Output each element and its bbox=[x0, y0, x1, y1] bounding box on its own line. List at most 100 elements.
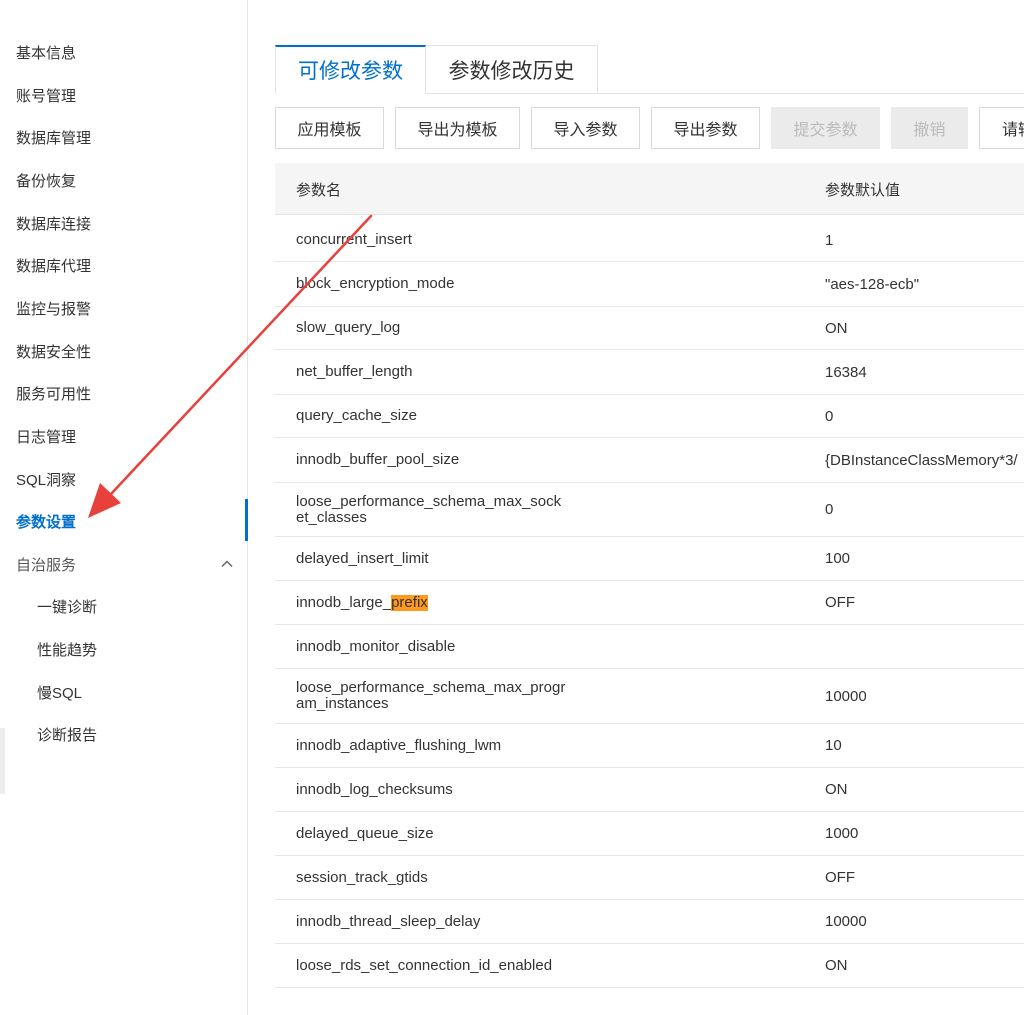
param-name: loose_rds_set_connection_id_enabled bbox=[296, 956, 553, 974]
param-default-value: ON bbox=[825, 319, 848, 337]
sidebar-item-label: 数据安全性 bbox=[16, 343, 92, 361]
sidebar-item-db-connection[interactable]: 数据库连接 bbox=[0, 203, 248, 243]
sidebar-item-backup-restore[interactable]: 备份恢复 bbox=[0, 160, 248, 200]
sidebar-item-label: 性能趋势 bbox=[37, 641, 98, 659]
submit-params-button[interactable]: 提交参数 bbox=[771, 107, 880, 149]
param-default-value: OFF bbox=[825, 594, 855, 611]
export-params-button[interactable]: 导出参数 bbox=[651, 107, 760, 149]
param-default-value: 10000 bbox=[825, 913, 867, 930]
param-default-value: 0 bbox=[825, 407, 834, 425]
param-name: query_cache_size bbox=[296, 407, 417, 424]
table-row[interactable]: block_encryption_mode "aes-128-ecb" bbox=[275, 262, 1024, 307]
sidebar-item-label: 一键诊断 bbox=[37, 598, 98, 616]
sidebar-item-label: 数据库代理 bbox=[16, 257, 92, 275]
param-name: delayed_queue_size bbox=[296, 824, 434, 842]
table-row[interactable]: concurrent_insert 1 bbox=[275, 219, 1024, 262]
sidebar-item-security[interactable]: 数据安全性 bbox=[0, 331, 248, 371]
table-row[interactable]: net_buffer_length 16384 bbox=[275, 350, 1024, 395]
sidebar-group-autonomy[interactable]: 自治服务 bbox=[0, 544, 248, 584]
table-row[interactable]: innodb_large_ prefix OFF bbox=[275, 581, 1024, 625]
sidebar-item-sql-insight[interactable]: SQL洞察 bbox=[0, 459, 248, 499]
sidebar-item-label: 诊断报告 bbox=[37, 726, 98, 744]
sidebar-item-monitoring[interactable]: 监控与报警 bbox=[0, 288, 248, 328]
table-row[interactable]: innodb_monitor_disable bbox=[275, 625, 1024, 669]
param-default-value: 100 bbox=[825, 550, 851, 567]
table-row[interactable]: session_track_gtids OFF bbox=[275, 856, 1024, 900]
sidebar-item-performance-trend[interactable]: 性能趋势 bbox=[0, 629, 248, 669]
param-default-value: ON bbox=[825, 957, 848, 974]
sidebar-item-basic-info[interactable]: 基本信息 bbox=[0, 32, 248, 72]
sidebar-group-label: 自治服务 bbox=[16, 556, 77, 574]
sidebar-item-label: 监控与报警 bbox=[16, 300, 92, 318]
tab-label: 参数修改历史 bbox=[448, 59, 575, 83]
param-default-value: 1 bbox=[825, 231, 834, 249]
sidebar-item-logs[interactable]: 日志管理 bbox=[0, 416, 248, 456]
param-default-value: OFF bbox=[825, 869, 855, 886]
param-name: innodb_adaptive_flushing_lwm bbox=[296, 736, 502, 754]
param-default-value: 1000 bbox=[825, 825, 859, 842]
sidebar-item-one-click-diagnosis[interactable]: 一键诊断 bbox=[0, 586, 248, 626]
sidebar-item-label: 基本信息 bbox=[16, 44, 77, 62]
table-row[interactable]: loose_performance_schema_max_socket_clas… bbox=[275, 483, 1024, 537]
sidebar-item-label: SQL洞察 bbox=[16, 471, 77, 489]
sidebar-item-label: 日志管理 bbox=[16, 428, 77, 446]
sidebar-item-label: 慢SQL bbox=[37, 684, 83, 702]
param-name: loose_performance_schema_max_socket_clas… bbox=[296, 492, 562, 526]
param-name: innodb_large_ prefix bbox=[296, 581, 566, 624]
apply-template-button[interactable]: 应用模板 bbox=[275, 107, 384, 149]
tab-label: 可修改参数 bbox=[298, 60, 403, 83]
export-as-template-button[interactable]: 导出为模板 bbox=[395, 107, 520, 149]
column-header-name: 参数名 bbox=[296, 181, 342, 199]
param-default-value: {DBInstanceClassMemory*3/ bbox=[825, 451, 1018, 469]
tab-param-history[interactable]: 参数修改历史 bbox=[425, 45, 598, 94]
search-highlight: prefix bbox=[391, 593, 428, 611]
param-name: innodb_thread_sleep_delay bbox=[296, 912, 481, 930]
sidebar-item-databases[interactable]: 数据库管理 bbox=[0, 117, 248, 157]
table-row[interactable]: loose_performance_schema_max_program_ins… bbox=[275, 669, 1024, 724]
param-name: net_buffer_length bbox=[296, 363, 413, 380]
active-indicator bbox=[245, 499, 248, 541]
sidebar-item-label: 账号管理 bbox=[16, 87, 77, 105]
param-name: innodb_monitor_disable bbox=[296, 637, 456, 655]
sidebar-item-slow-sql[interactable]: 慢SQL bbox=[0, 672, 248, 712]
collapse-handle[interactable] bbox=[0, 728, 5, 794]
param-name: concurrent_insert bbox=[296, 231, 412, 248]
param-default-value: 0 bbox=[825, 501, 834, 518]
sidebar-item-db-proxy[interactable]: 数据库代理 bbox=[0, 245, 248, 285]
table-row[interactable]: slow_query_log ON bbox=[275, 307, 1024, 350]
param-name: delayed_insert_limit bbox=[296, 549, 429, 567]
table-row[interactable]: query_cache_size 0 bbox=[275, 395, 1024, 438]
page-root: 基本信息 账号管理 数据库管理 备份恢复 数据库连接 数据库代理 监控与报警 数… bbox=[0, 0, 1024, 1015]
chevron-up-icon[interactable] bbox=[220, 557, 234, 571]
param-default-value: 10000 bbox=[825, 687, 867, 705]
param-name: innodb_log_checksums bbox=[296, 780, 453, 798]
sidebar-item-accounts[interactable]: 账号管理 bbox=[0, 75, 248, 115]
sidebar-item-label: 数据库连接 bbox=[16, 215, 92, 233]
sidebar-item-label: 参数设置 bbox=[16, 513, 77, 531]
import-params-button[interactable]: 导入参数 bbox=[531, 107, 640, 149]
table-row[interactable]: loose_rds_set_connection_id_enabled ON bbox=[275, 944, 1024, 988]
sidebar-item-label: 备份恢复 bbox=[16, 172, 77, 190]
tab-bar: 可修改参数 参数修改历史 bbox=[275, 45, 1024, 94]
table-row[interactable]: delayed_insert_limit 100 bbox=[275, 537, 1024, 581]
table-row[interactable]: innodb_adaptive_flushing_lwm 10 bbox=[275, 724, 1024, 768]
param-name: session_track_gtids bbox=[296, 868, 428, 886]
param-default-value: "aes-128-ecb" bbox=[825, 275, 920, 293]
param-name: loose_performance_schema_max_program_ins… bbox=[296, 679, 566, 712]
table-row[interactable]: innodb_buffer_pool_size {DBInstanceClass… bbox=[275, 438, 1024, 483]
sidebar-item-availability[interactable]: 服务可用性 bbox=[0, 373, 248, 413]
tab-editable-params[interactable]: 可修改参数 bbox=[275, 45, 426, 94]
table-row[interactable]: innodb_thread_sleep_delay 10000 bbox=[275, 900, 1024, 944]
sidebar-item-diagnosis-report[interactable]: 诊断报告 bbox=[0, 714, 248, 754]
sidebar-item-parameters[interactable]: 参数设置 bbox=[0, 501, 248, 541]
param-name: innodb_buffer_pool_size bbox=[296, 451, 460, 468]
sidebar-item-label: 数据库管理 bbox=[16, 129, 92, 147]
table-row[interactable]: delayed_queue_size 1000 bbox=[275, 812, 1024, 856]
search-input[interactable]: 请输 bbox=[979, 107, 1024, 149]
table-row[interactable]: innodb_log_checksums ON bbox=[275, 768, 1024, 812]
sidebar: 基本信息 账号管理 数据库管理 备份恢复 数据库连接 数据库代理 监控与报警 数… bbox=[0, 0, 248, 1015]
param-name: slow_query_log bbox=[296, 319, 401, 336]
param-default-value: ON bbox=[825, 781, 848, 798]
param-name: block_encryption_mode bbox=[296, 275, 455, 292]
revoke-button[interactable]: 撤销 bbox=[891, 107, 968, 149]
